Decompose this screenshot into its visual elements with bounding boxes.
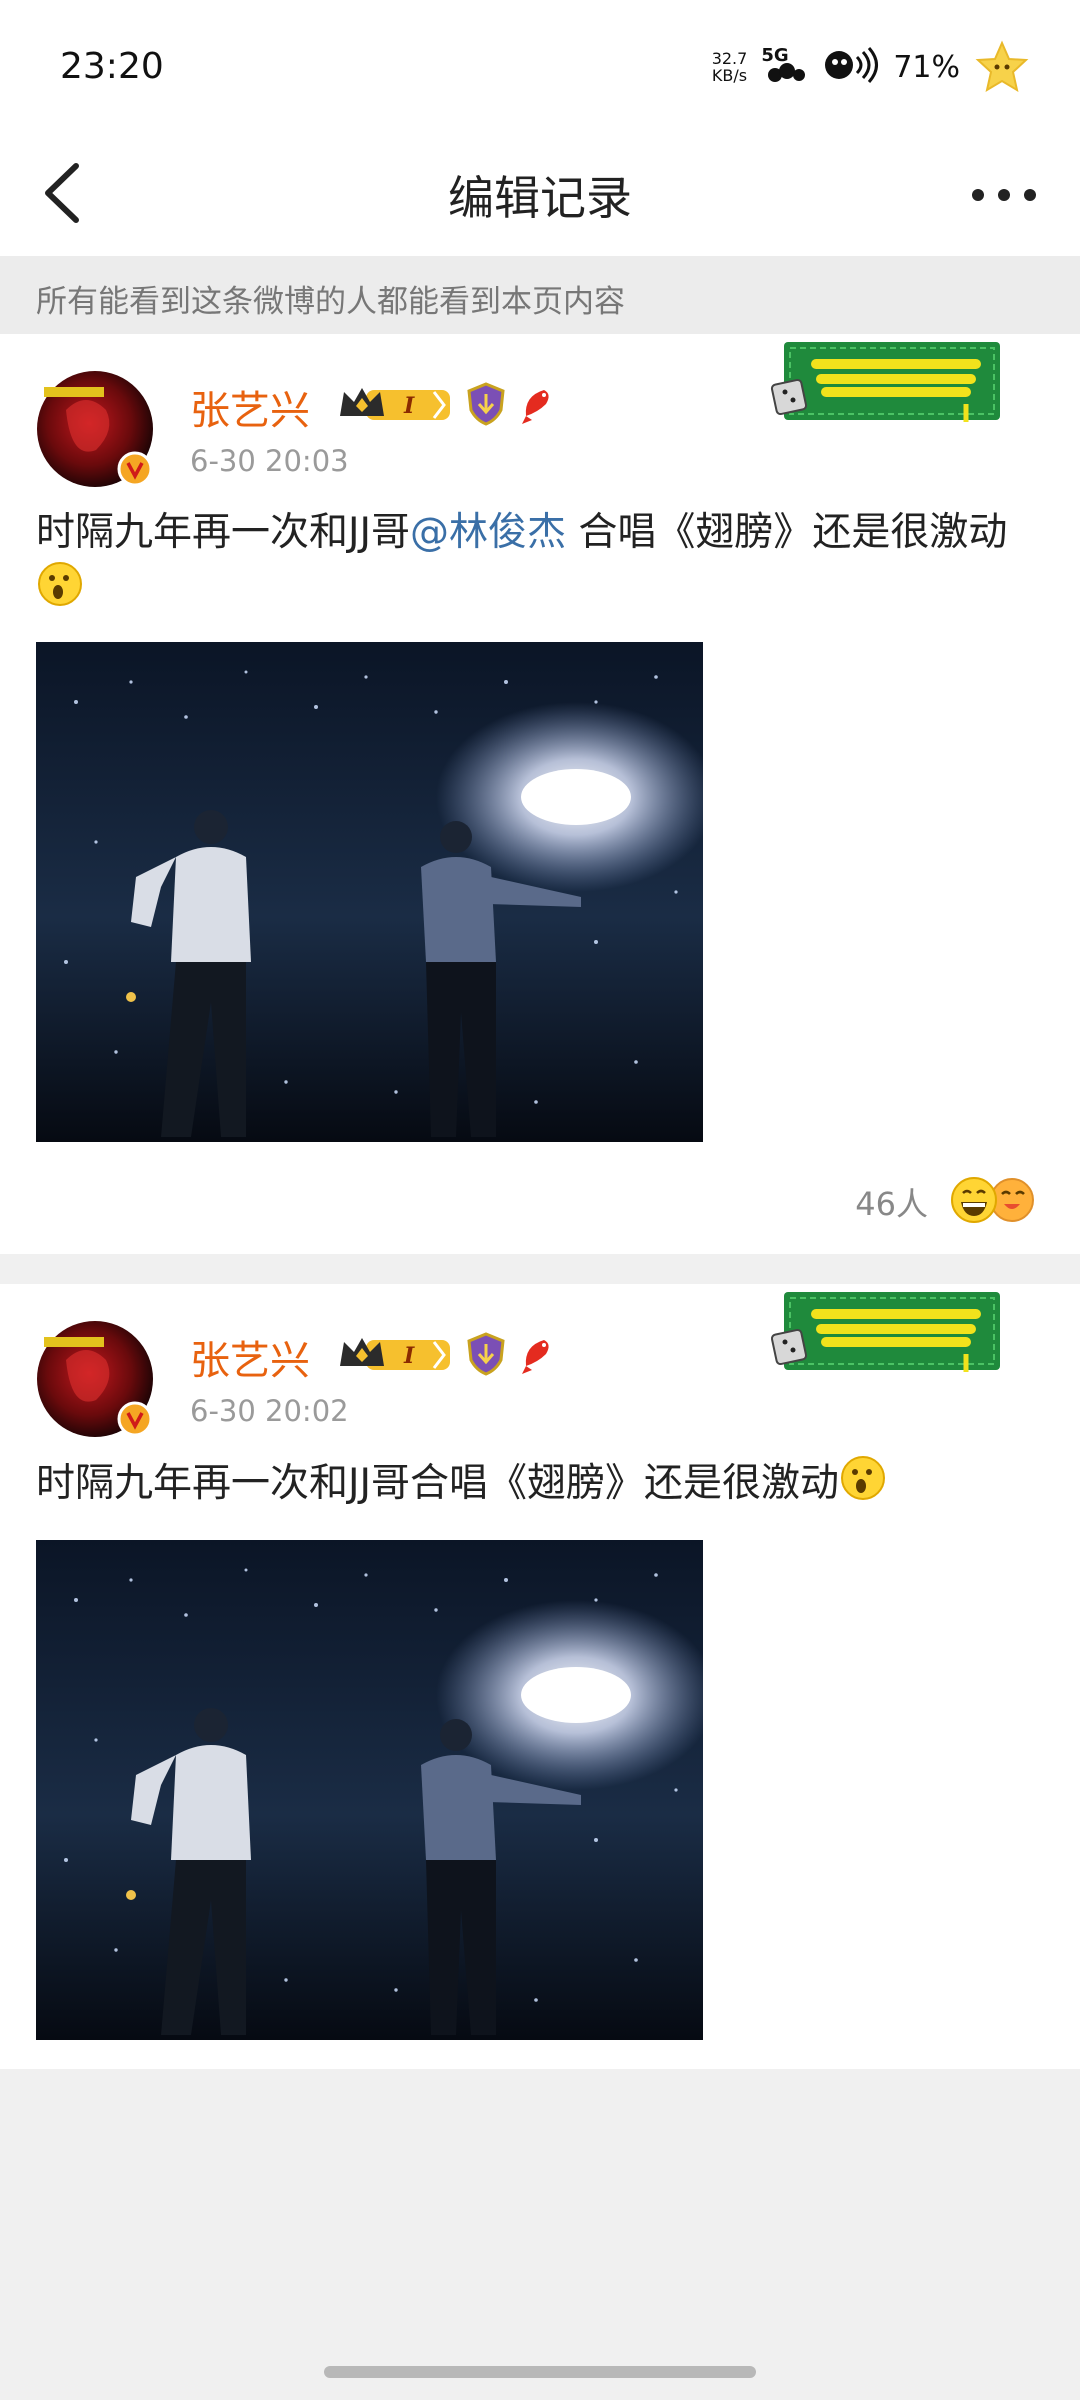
page-title: 编辑记录 — [448, 171, 632, 225]
star-battery-icon — [974, 40, 1030, 94]
username[interactable]: 张艺兴 — [190, 378, 310, 436]
post-text-after: 合唱《翅膀》还是很激动 — [566, 510, 1008, 555]
post-time: 6-30 20:02 — [190, 1394, 349, 1428]
fan-shield-badge-icon[interactable] — [466, 382, 506, 430]
home-indicator[interactable] — [324, 2366, 756, 2378]
user-badges: I — [336, 382, 558, 430]
status-icons: 32.7 KB/s 5G 71% — [712, 40, 1030, 94]
post-photo[interactable] — [36, 1540, 703, 2040]
avatar[interactable] — [36, 1320, 154, 1438]
mention-link[interactable]: @林俊杰 — [410, 510, 566, 555]
surprised-emoji-icon — [839, 1454, 887, 1517]
post-photo[interactable] — [36, 642, 703, 1142]
username[interactable]: 张艺兴 — [190, 1328, 310, 1386]
vip-crown-badge-icon[interactable]: I — [336, 382, 454, 430]
fan-shield-badge-icon[interactable] — [466, 1332, 506, 1380]
post-text: 时隔九年再一次和JJ哥@林俊杰 合唱《翅膀》还是很激动 — [36, 506, 1036, 623]
user-badges: I — [336, 1332, 558, 1380]
network-speed-value: 32.7 — [711, 49, 748, 68]
post-text: 时隔九年再一次和JJ哥合唱《翅膀》还是很激动 — [36, 1454, 1036, 1517]
svg-text:I: I — [403, 393, 415, 419]
avatar[interactable] — [36, 370, 154, 488]
nav-bar: 编辑记录 — [0, 130, 1080, 256]
koi-fish-badge-icon[interactable] — [518, 382, 558, 430]
network-speed-unit: KB/s — [711, 66, 748, 85]
sticker-icon — [766, 334, 1006, 434]
svg-text:I: I — [403, 1343, 415, 1369]
more-dots-icon[interactable] — [968, 180, 1040, 210]
grin-emoji-icon — [948, 1174, 1040, 1230]
network-speed: 32.7 KB/s — [712, 50, 748, 84]
wifi-icon — [823, 45, 879, 89]
visibility-notice: 所有能看到这条微博的人都能看到本页内容 — [0, 256, 1080, 334]
koi-fish-badge-icon[interactable] — [518, 1332, 558, 1380]
signal-5g-icon: 5G — [761, 45, 809, 89]
vip-crown-badge-icon[interactable]: I — [336, 1332, 454, 1380]
post-time: 6-30 20:03 — [190, 444, 349, 478]
reactions[interactable]: 46人 — [855, 1174, 1040, 1230]
surprised-emoji-icon — [36, 560, 84, 623]
sticker-icon — [766, 1284, 1006, 1384]
notice-text: 所有能看到这条微博的人都能看到本页内容 — [36, 284, 625, 320]
edit-record-card: 张艺兴 I 6-30 20:03 时隔九年再一次和JJ哥@林俊杰 合唱《翅膀》还… — [0, 334, 1080, 1254]
post-text-content: 时隔九年再一次和JJ哥合唱《翅膀》还是很激动 — [36, 1461, 840, 1506]
edit-record-card: 张艺兴 I 6-30 20:02 时隔九年再一次和JJ哥合唱《翅膀》还是很激动 — [0, 1284, 1080, 2069]
battery-percent: 71% — [893, 49, 960, 85]
post-text-before: 时隔九年再一次和JJ哥 — [36, 510, 411, 555]
status-bar: 23:20 32.7 KB/s 5G 71% — [0, 0, 1080, 130]
reaction-count: 46人 — [855, 1185, 928, 1223]
status-time: 23:20 — [60, 46, 164, 87]
